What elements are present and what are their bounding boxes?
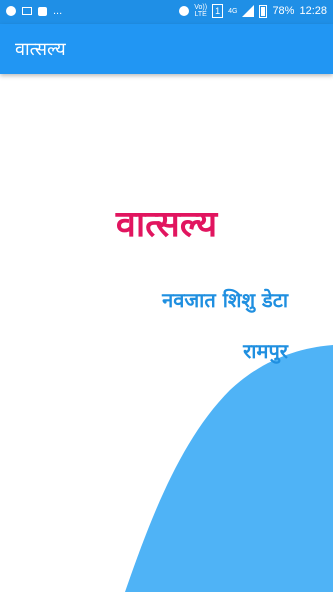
splash-place: रामपुर	[243, 339, 288, 363]
splash-subtitle: नवजात शिशु डेटा	[162, 288, 288, 312]
splash-title: वात्सल्य	[115, 204, 218, 245]
wave-shape	[125, 345, 333, 592]
